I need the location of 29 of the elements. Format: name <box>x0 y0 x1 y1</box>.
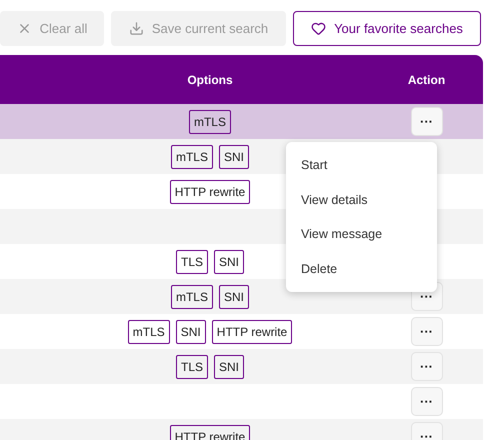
option-tag: SNI <box>214 354 244 378</box>
table-row[interactable]: TLS SNI ··· <box>0 349 483 384</box>
option-tag: SNI <box>214 250 244 274</box>
heart-icon <box>311 21 326 36</box>
option-tag: HTTP rewrite <box>212 320 292 344</box>
menu-item[interactable]: View message <box>286 227 437 242</box>
favorites-button[interactable]: Your favorite searches <box>293 11 481 46</box>
more-button[interactable]: ··· <box>410 317 442 346</box>
option-tag: mTLS <box>128 320 170 344</box>
option-tag: TLS <box>176 354 208 378</box>
option-tag: SNI <box>219 144 250 168</box>
more-button[interactable]: ··· <box>410 352 442 381</box>
option-tag: SNI <box>219 284 250 308</box>
more-button[interactable]: ··· <box>410 422 442 440</box>
column-header: Options <box>186 72 234 86</box>
option-tag: SNI <box>176 320 206 344</box>
menu-item[interactable]: Delete <box>286 262 437 276</box>
option-tag: mTLS <box>170 144 213 168</box>
download-icon <box>128 21 144 36</box>
table-row[interactable]: mTLS ··· <box>0 104 483 139</box>
option-tag: TLS <box>176 250 208 274</box>
column-header: Action <box>406 72 446 86</box>
menu-item[interactable]: View details <box>286 192 437 207</box>
option-tag: HTTP rewrite <box>170 180 250 204</box>
option-tag: mTLS <box>170 284 213 308</box>
more-button[interactable]: ··· <box>410 387 442 416</box>
more-button[interactable]: ··· <box>410 107 442 136</box>
menu-item[interactable]: Start <box>286 158 437 172</box>
option-tag: mTLS <box>188 110 231 134</box>
